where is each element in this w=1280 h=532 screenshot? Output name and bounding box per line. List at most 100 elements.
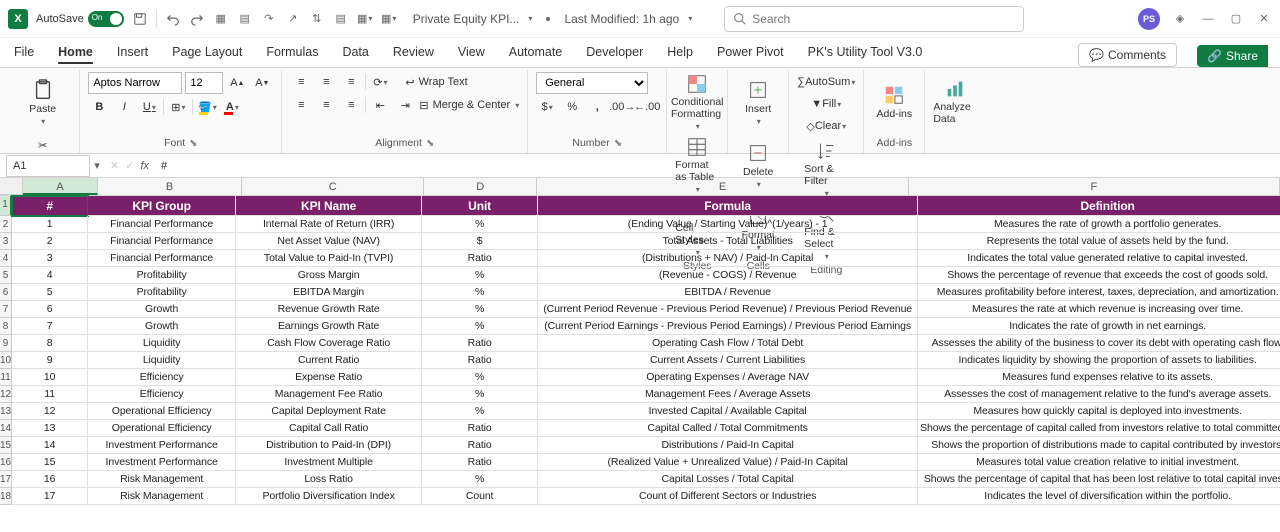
cell[interactable]: Shows the percentage of capital that has… (918, 471, 1280, 488)
cell[interactable]: Assesses the cost of management relative… (918, 386, 1280, 403)
cell[interactable]: Efficiency (88, 386, 236, 403)
italic-button[interactable]: I (113, 97, 135, 117)
font-launcher-icon[interactable]: ⬊ (189, 138, 197, 149)
tab-review[interactable]: Review (391, 39, 436, 67)
analyze-data-button[interactable]: Analyze Data (933, 72, 977, 132)
decrease-indent-button[interactable]: ⇤ (369, 95, 391, 115)
tab-file[interactable]: File (12, 39, 36, 67)
cell[interactable]: 8 (12, 335, 88, 352)
tab-data[interactable]: Data (340, 39, 370, 67)
header-cell[interactable]: Definition (918, 196, 1280, 216)
number-format-select[interactable]: General (536, 72, 648, 94)
cell[interactable]: Internal Rate of Return (IRR) (236, 216, 422, 233)
cell[interactable]: Management Fee Ratio (236, 386, 422, 403)
tab-home[interactable]: Home (56, 39, 95, 67)
paste-button[interactable]: Paste▾ (21, 72, 65, 132)
cell[interactable]: 9 (12, 352, 88, 369)
borders-button[interactable]: ⊞▾ (167, 97, 189, 117)
fill-color-button[interactable]: 🪣▾ (196, 97, 218, 117)
cell[interactable]: 15 (12, 454, 88, 471)
cell[interactable]: Investment Performance (88, 454, 236, 471)
row-header[interactable]: 14 (0, 420, 12, 437)
cell[interactable]: 14 (12, 437, 88, 454)
cell[interactable]: Measures profitability before interest, … (918, 284, 1280, 301)
cell[interactable]: Distribution to Paid-In (DPI) (236, 437, 422, 454)
filename-dropdown-icon[interactable]: ▾ (528, 14, 532, 23)
cell[interactable]: Operational Efficiency (88, 420, 236, 437)
qat-icon-5[interactable]: ⇅ (309, 11, 325, 27)
cell[interactable]: Efficiency (88, 369, 236, 386)
row-header[interactable]: 17 (0, 471, 12, 488)
header-cell[interactable]: KPI Group (88, 196, 236, 216)
font-size-input[interactable] (185, 72, 223, 94)
cell[interactable]: $ (422, 233, 538, 250)
align-bottom-button[interactable]: ≡ (340, 72, 362, 92)
bold-button[interactable]: B (88, 97, 110, 117)
row-header[interactable]: 10 (0, 352, 12, 369)
document-title[interactable]: Private Equity KPI... (413, 12, 520, 26)
cell[interactable]: Total Assets - Total Liabilities (538, 233, 918, 250)
cell[interactable]: (Current Period Earnings - Previous Peri… (538, 318, 918, 335)
cell[interactable]: 3 (12, 250, 88, 267)
align-right-button[interactable]: ≡ (340, 95, 362, 115)
row-header[interactable]: 9 (0, 335, 12, 352)
cell[interactable]: Total Value to Paid-In (TVPI) (236, 250, 422, 267)
cell[interactable]: Capital Losses / Total Capital (538, 471, 918, 488)
wrap-text-button[interactable]: ↩Wrap Text (405, 72, 467, 92)
header-cell[interactable]: Unit (422, 196, 538, 216)
autosum-button[interactable]: ∑ AutoSum▾ (797, 72, 855, 92)
comma-button[interactable]: , (586, 97, 608, 117)
cell[interactable]: Operational Efficiency (88, 403, 236, 420)
cell[interactable]: Current Ratio (236, 352, 422, 369)
col-header-e[interactable]: E (537, 178, 908, 195)
cell[interactable]: Count of Different Sectors or Industries (538, 488, 918, 505)
cell[interactable]: 7 (12, 318, 88, 335)
cell[interactable]: Liquidity (88, 335, 236, 352)
percent-button[interactable]: % (561, 97, 583, 117)
cell[interactable]: Management Fees / Average Assets (538, 386, 918, 403)
cell[interactable]: % (422, 216, 538, 233)
cell[interactable]: Expense Ratio (236, 369, 422, 386)
align-top-button[interactable]: ≡ (290, 72, 312, 92)
cell[interactable]: Count (422, 488, 538, 505)
tab-power-pivot[interactable]: Power Pivot (715, 39, 786, 67)
comments-button[interactable]: 💬Comments (1078, 43, 1177, 67)
conditional-formatting-button[interactable]: Conditional Formatting▾ (675, 72, 719, 132)
cell[interactable]: 13 (12, 420, 88, 437)
col-header-f[interactable]: F (909, 178, 1280, 195)
row-header[interactable]: 2 (0, 216, 12, 233)
qat-icon-2[interactable]: ▤ (237, 11, 253, 27)
row-header[interactable]: 12 (0, 386, 12, 403)
shrink-font-button[interactable]: A▼ (251, 73, 273, 93)
tab-page-layout[interactable]: Page Layout (170, 39, 244, 67)
cell[interactable]: Indicates the rate of growth in net earn… (918, 318, 1280, 335)
cell[interactable]: Indicates liquidity by showing the propo… (918, 352, 1280, 369)
cell[interactable]: Gross Margin (236, 267, 422, 284)
diamond-icon[interactable]: ◈ (1172, 11, 1188, 27)
merge-center-button[interactable]: ⊟Merge & Center▾ (419, 95, 519, 115)
clear-button[interactable]: ◇ Clear▾ (797, 116, 855, 136)
cell[interactable]: Cash Flow Coverage Ratio (236, 335, 422, 352)
row-header[interactable]: 16 (0, 454, 12, 471)
save-icon[interactable] (132, 11, 148, 27)
tab-developer[interactable]: Developer (584, 39, 645, 67)
user-avatar[interactable]: PS (1138, 8, 1160, 30)
cell[interactable]: % (422, 267, 538, 284)
cell[interactable]: Measures total value creation relative t… (918, 454, 1280, 471)
cell[interactable]: Net Asset Value (NAV) (236, 233, 422, 250)
cell[interactable]: Growth (88, 318, 236, 335)
cell[interactable]: (Revenue - COGS) / Revenue (538, 267, 918, 284)
cell[interactable]: EBITDA Margin (236, 284, 422, 301)
enter-formula-icon[interactable]: ✓ (125, 159, 134, 172)
minimize-icon[interactable]: — (1200, 11, 1216, 27)
cell[interactable]: 4 (12, 267, 88, 284)
redo-icon[interactable] (189, 11, 205, 27)
cell[interactable]: Risk Management (88, 488, 236, 505)
cell[interactable]: (Ending Value / Starting Value)^(1/years… (538, 216, 918, 233)
cell[interactable]: Investment Multiple (236, 454, 422, 471)
cell[interactable]: Distributions / Paid-In Capital (538, 437, 918, 454)
formula-input[interactable]: # (155, 160, 1280, 172)
tab-utility[interactable]: PK's Utility Tool V3.0 (806, 39, 925, 67)
increase-decimal-button[interactable]: .00→ (611, 97, 633, 117)
cell[interactable]: 2 (12, 233, 88, 250)
